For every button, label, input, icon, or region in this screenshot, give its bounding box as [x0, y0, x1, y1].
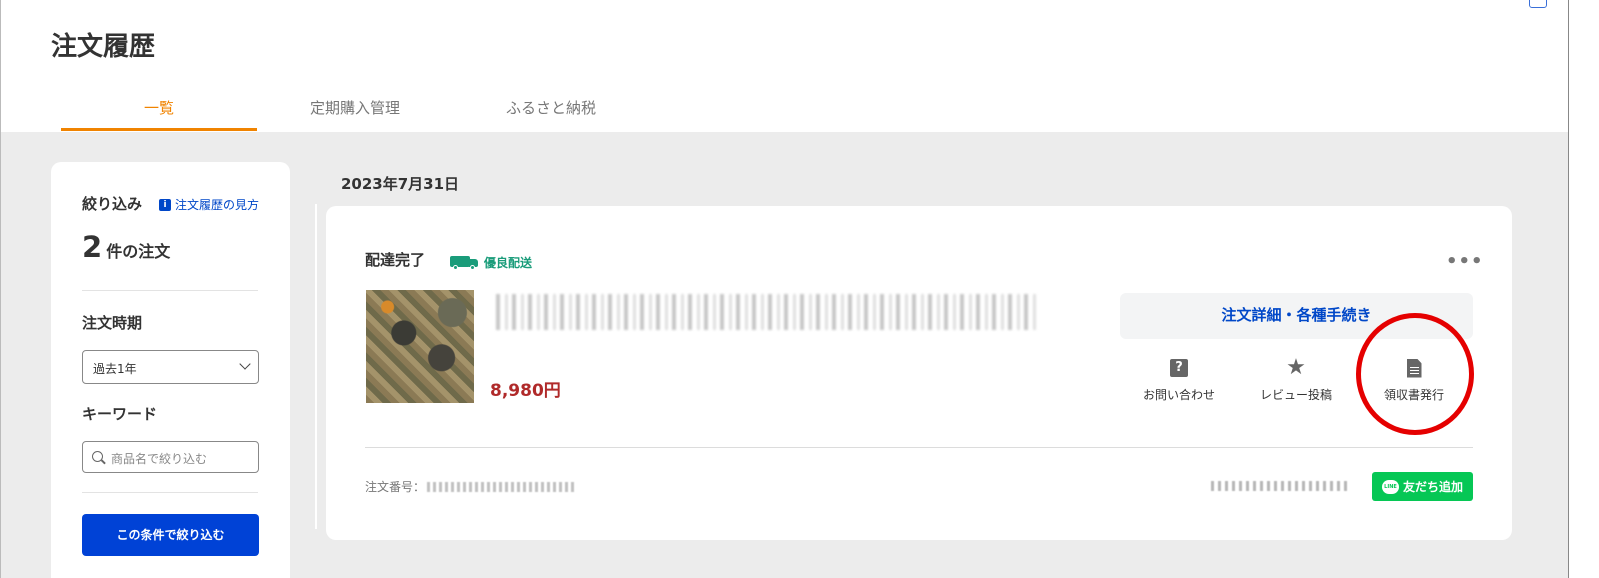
page-header: 注文履歴 一覧 定期購入管理 ふるさと納税: [0, 0, 1568, 132]
main-area: 絞り込み i 注文履歴の見方 2 件の注文 注文時期 過去1年 キーワード 商品…: [0, 132, 1568, 578]
tab-list[interactable]: 一覧: [61, 86, 257, 131]
page-title: 注文履歴: [51, 32, 156, 62]
more-options-icon[interactable]: •••: [1446, 251, 1484, 272]
inquiry-button[interactable]: ? お問い合わせ: [1124, 356, 1234, 403]
howto-link-label[interactable]: 注文履歴の見方: [175, 196, 259, 213]
product-title-redacted[interactable]: [496, 294, 1036, 330]
scrollbar[interactable]: [1568, 0, 1599, 578]
review-label: レビュー投稿: [1259, 388, 1332, 402]
order-count-suffix: 件の注文: [106, 242, 171, 261]
info-icon: i: [159, 198, 171, 211]
tab-bar: 一覧 定期購入管理 ふるさと納税: [61, 86, 649, 131]
badge-label: 優良配送: [484, 256, 533, 270]
question-icon: ?: [1170, 359, 1188, 377]
keyword-label: キーワード: [82, 405, 158, 423]
tab-subscription[interactable]: 定期購入管理: [257, 86, 453, 131]
timeline-line: [315, 204, 317, 529]
excellent-delivery-badge: 優良配送: [450, 254, 532, 271]
inquiry-label: お問い合わせ: [1142, 388, 1215, 402]
review-button[interactable]: ★ レビュー投稿: [1241, 356, 1351, 403]
order-date: 2023年7月31日: [341, 175, 460, 193]
order-number: 注文番号：: [365, 478, 578, 495]
order-count-number: 2: [82, 230, 103, 264]
window-corner-icon: [1529, 0, 1547, 8]
line-add-friend-button[interactable]: LINE 友だち追加: [1372, 472, 1473, 501]
truck-icon: [450, 255, 482, 270]
filter-title: 絞り込み: [82, 195, 143, 213]
keyword-placeholder: 商品名で絞り込む: [111, 452, 208, 466]
filter-submit-button[interactable]: この条件で絞り込む: [82, 514, 259, 556]
tab-furusato[interactable]: ふるさと納税: [453, 86, 649, 131]
divider: [82, 492, 258, 493]
filter-sidebar: 絞り込み i 注文履歴の見方 2 件の注文 注文時期 過去1年 キーワード 商品…: [51, 162, 290, 578]
line-icon: LINE: [1381, 479, 1399, 494]
order-card: 配達完了 優良配送 ••• 8,980円 注文詳細・各種手続き ? お問い合わせ…: [326, 206, 1512, 540]
delivery-status: 配達完了: [365, 251, 426, 269]
order-number-label: 注文番号：: [365, 480, 426, 494]
product-price: 8,980円: [490, 381, 561, 401]
star-icon: ★: [1286, 355, 1306, 380]
order-count: 2 件の注文: [82, 230, 170, 264]
period-select-value: 過去1年: [93, 362, 137, 376]
search-icon: [92, 451, 103, 462]
red-circle-annotation: [1356, 313, 1474, 435]
divider: [82, 290, 258, 291]
howto-link[interactable]: i 注文履歴の見方: [159, 196, 259, 213]
product-thumbnail[interactable]: [366, 290, 474, 403]
period-select[interactable]: 過去1年: [82, 350, 259, 384]
line-button-label: 友だち追加: [1402, 480, 1463, 494]
shop-name-redacted[interactable]: [1211, 481, 1351, 491]
chevron-down-icon: [239, 358, 251, 370]
divider: [365, 447, 1473, 448]
period-label: 注文時期: [82, 314, 143, 332]
order-number-redacted: [427, 481, 578, 492]
keyword-search-input[interactable]: 商品名で絞り込む: [82, 441, 259, 473]
